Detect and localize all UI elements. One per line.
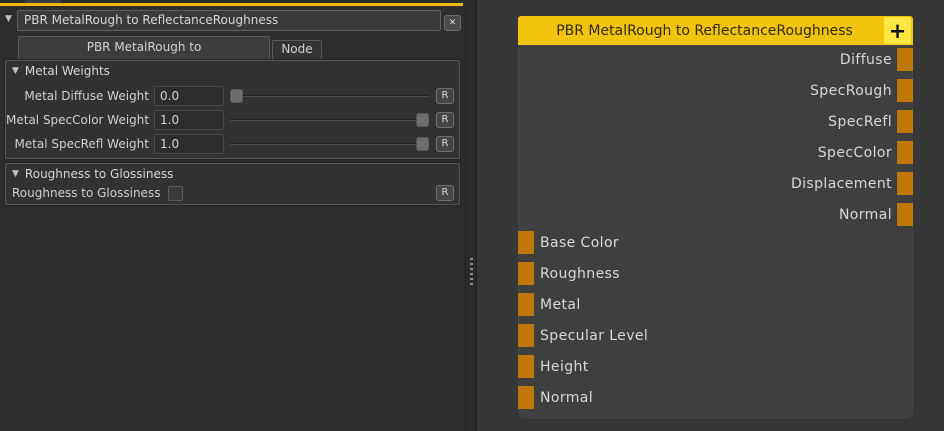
- port-label: Displacement: [791, 176, 892, 192]
- application-window: ▼ PBR MetalRough to ReflectanceRoughness…: [0, 0, 944, 431]
- group-title: Metal Weights: [25, 64, 110, 78]
- node-header[interactable]: PBR MetalRough to ReflectanceRoughness +: [518, 16, 913, 45]
- output-row-specrefl: SpecRefl: [518, 110, 913, 133]
- node-title: PBR MetalRough to ReflectanceRoughness: [556, 23, 853, 39]
- add-output-button[interactable]: +: [884, 17, 911, 44]
- close-button[interactable]: ✕: [444, 15, 461, 31]
- roughness-to-glossiness-checkbox[interactable]: [168, 186, 183, 201]
- output-row-specrough: SpecRough: [518, 79, 913, 102]
- input-port-roughness[interactable]: [518, 262, 534, 285]
- slider-track: [230, 143, 429, 145]
- node-body: Diffuse SpecRough SpecRefl SpecColor: [518, 45, 913, 418]
- group-roughness-to-glossiness: ▼ Roughness to Glossiness Roughness to G…: [5, 163, 460, 205]
- input-row-base-color: Base Color: [518, 231, 913, 254]
- port-label: Base Color: [540, 235, 619, 251]
- output-row-speccolor: SpecColor: [518, 141, 913, 164]
- slider-track: [230, 119, 429, 121]
- input-port-metal[interactable]: [518, 293, 534, 316]
- output-port-displacement[interactable]: [897, 172, 913, 195]
- group-metal-weights: ▼ Metal Weights Metal Diffuse Weight R M…: [5, 60, 460, 159]
- input-row-height: Height: [518, 355, 913, 378]
- metal-speccolor-weight-input[interactable]: [154, 110, 224, 130]
- output-port-specrough[interactable]: [897, 79, 913, 102]
- row-roughness-to-glossiness: Roughness to Glossiness R: [12, 184, 455, 202]
- slider-handle[interactable]: [416, 137, 429, 151]
- plus-icon: +: [889, 19, 907, 43]
- reset-button[interactable]: R: [436, 185, 454, 201]
- metal-diffuse-weight-slider[interactable]: [230, 86, 429, 106]
- slider-handle[interactable]: [416, 113, 429, 127]
- close-icon: ✕: [449, 18, 457, 28]
- reset-button[interactable]: R: [436, 112, 454, 128]
- metal-diffuse-weight-input[interactable]: [154, 86, 224, 106]
- port-label: Diffuse: [840, 52, 892, 68]
- input-row-metal: Metal: [518, 293, 913, 316]
- input-port-height[interactable]: [518, 355, 534, 378]
- group-title: Roughness to Glossiness: [25, 167, 173, 181]
- input-row-specular-level: Specular Level: [518, 324, 913, 347]
- metal-specrefl-weight-slider[interactable]: [230, 134, 429, 154]
- tab-pbr-metalrough[interactable]: PBR MetalRough to ReflectanceRoughness: [18, 36, 270, 59]
- output-row-diffuse: Diffuse: [518, 48, 913, 71]
- param-label: Roughness to Glossiness: [12, 186, 160, 200]
- port-label: Normal: [540, 390, 593, 406]
- properties-panel: ▼ PBR MetalRough to ReflectanceRoughness…: [0, 0, 466, 431]
- port-label: Metal: [540, 297, 581, 313]
- port-label: Normal: [839, 207, 892, 223]
- collapse-arrow-icon: ▼: [12, 67, 19, 76]
- param-label: Metal SpecColor Weight: [6, 113, 154, 127]
- input-row-roughness: Roughness: [518, 262, 913, 285]
- reset-button[interactable]: R: [436, 88, 454, 104]
- port-label: SpecRefl: [828, 114, 892, 130]
- output-port-speccolor[interactable]: [897, 141, 913, 164]
- param-label: Metal SpecRefl Weight: [6, 137, 154, 151]
- param-label: Metal Diffuse Weight: [6, 89, 154, 103]
- output-port-diffuse[interactable]: [897, 48, 913, 71]
- output-port-specrefl[interactable]: [897, 110, 913, 133]
- input-port-normal[interactable]: [518, 386, 534, 409]
- output-row-normal: Normal: [518, 203, 913, 226]
- tab-node[interactable]: Node: [272, 40, 322, 59]
- port-label: Specular Level: [540, 328, 648, 344]
- port-label: Height: [540, 359, 589, 375]
- group-roughness-header[interactable]: ▼ Roughness to Glossiness: [12, 167, 173, 181]
- group-metal-weights-header[interactable]: ▼ Metal Weights: [12, 64, 110, 78]
- panel-title[interactable]: PBR MetalRough to ReflectanceRoughness: [17, 10, 441, 31]
- port-label: SpecRough: [810, 83, 892, 99]
- port-label: SpecColor: [818, 145, 892, 161]
- row-metal-speccolor-weight: Metal SpecColor Weight R: [6, 108, 459, 132]
- node-inputs: Base Color Roughness Metal Specular Leve…: [518, 231, 913, 417]
- row-metal-diffuse-weight: Metal Diffuse Weight R: [6, 84, 459, 108]
- collapse-arrow-icon: ▼: [12, 170, 19, 179]
- panel-splitter[interactable]: [466, 0, 477, 431]
- input-port-base-color[interactable]: [518, 231, 534, 254]
- metal-speccolor-weight-slider[interactable]: [230, 110, 429, 130]
- port-label: Roughness: [540, 266, 620, 282]
- metal-weights-rows: Metal Diffuse Weight R Metal SpecColor W…: [6, 84, 459, 156]
- pbr-metalrough-node[interactable]: PBR MetalRough to ReflectanceRoughness +…: [518, 16, 913, 418]
- output-port-normal[interactable]: [897, 203, 913, 226]
- input-port-specular-level[interactable]: [518, 324, 534, 347]
- output-row-displacement: Displacement: [518, 172, 913, 195]
- node-graph-view[interactable]: PBR MetalRough to ReflectanceRoughness +…: [477, 0, 944, 431]
- reset-button[interactable]: R: [436, 136, 454, 152]
- panel-accent-line: [0, 3, 463, 6]
- splitter-grip-icon: [470, 258, 473, 285]
- metal-specrefl-weight-input[interactable]: [154, 134, 224, 154]
- slider-handle[interactable]: [230, 89, 243, 103]
- input-row-normal: Normal: [518, 386, 913, 409]
- panel-collapse-arrow-icon[interactable]: ▼: [5, 15, 12, 24]
- node-outputs: Diffuse SpecRough SpecRefl SpecColor: [518, 48, 913, 234]
- slider-track: [230, 95, 429, 97]
- row-metal-specrefl-weight: Metal SpecRefl Weight R: [6, 132, 459, 156]
